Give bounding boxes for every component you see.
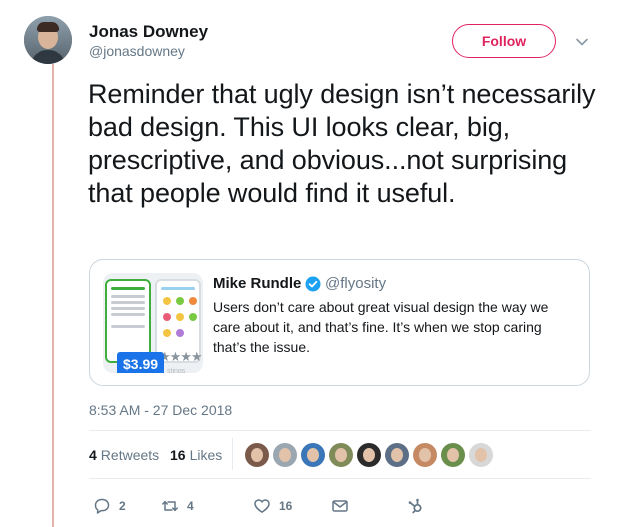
retweet-count: 4 [187,499,194,513]
liker-avatar[interactable] [245,443,269,467]
price-badge: $3.99 [117,352,165,373]
verified-badge-icon [305,276,321,292]
reply-button[interactable]: 2 [93,497,126,515]
liker-avatar[interactable] [441,443,465,467]
quoted-author-name[interactable]: Mike Rundle [213,275,301,292]
like-count: 16 [279,499,293,513]
retweet-icon [162,500,178,512]
stats-separator [232,438,233,470]
divider [89,478,591,479]
liker-avatar[interactable] [413,443,437,467]
hubspot-extension-button[interactable] [407,497,425,515]
likes-label: Likes [189,447,223,463]
liker-avatar[interactable] [357,443,381,467]
likes-count: 16 [170,447,186,463]
liker-avatar[interactable] [385,443,409,467]
tweet-timestamp[interactable]: 8:53 AM - 27 Dec 2018 [89,402,232,418]
liker-avatar[interactable] [329,443,353,467]
hubspot-sprocket-icon [408,498,422,514]
quoted-author-handle[interactable]: @flyosity [325,275,386,292]
author-handle[interactable]: @jonasdowney [89,43,185,59]
retweet-button[interactable]: 4 [161,497,194,515]
envelope-icon [332,500,348,512]
follow-button[interactable]: Follow [452,24,556,58]
author-avatar[interactable] [24,16,72,64]
retweet-stat[interactable]: 4 Retweets [89,447,159,463]
like-button[interactable]: 16 [253,497,292,515]
retweets-label: Retweets [100,447,160,463]
reply-count: 2 [119,499,126,513]
ratings-caption: stings [167,368,186,373]
divider [89,430,591,431]
quoted-tweet-text: Users don’t care about great visual desi… [213,299,549,355]
liker-avatar[interactable] [469,443,493,467]
quoted-tweet-thumbnail: ★★★★ stings $3.99 [103,273,203,373]
chevron-down-icon[interactable] [575,35,589,49]
rating-stars: ★★★★ [159,349,203,364]
direct-message-button[interactable] [331,497,349,515]
author-name[interactable]: Jonas Downey [89,22,208,42]
thread-line [52,64,54,527]
liker-avatar[interactable] [301,443,325,467]
liker-avatar[interactable] [273,443,297,467]
heart-icon [254,499,270,513]
tweet-text: Reminder that ugly design isn’t necessar… [88,79,596,208]
reply-icon [94,498,110,514]
retweets-count: 4 [89,447,97,463]
like-stat[interactable]: 16 Likes [170,447,222,463]
